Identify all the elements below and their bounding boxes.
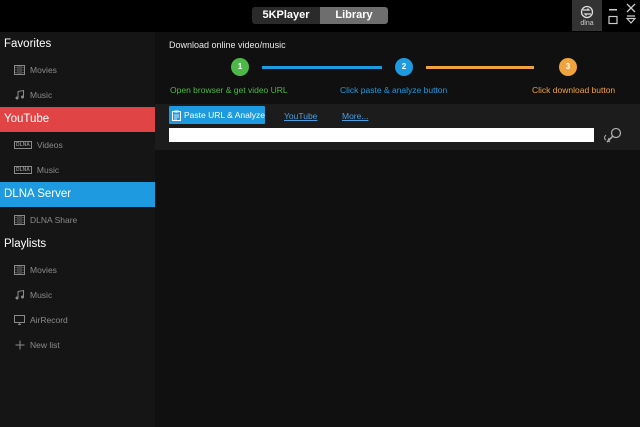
more-sites-link[interactable]: More... [342,111,368,121]
sidebar-item-label: AirRecord [30,314,68,325]
paste-button-label: Paste URL & Analyze [184,110,265,120]
step-3-badge: 3 [559,58,577,76]
sidebar-item-favorites-music[interactable]: Music [0,82,155,107]
title-bar: 5KPlayer Library dlna [0,0,640,32]
step-1-badge: 1 [231,58,249,76]
clipboard-icon [172,110,181,121]
film-icon [14,214,25,225]
mode-tabs: 5KPlayer Library [252,7,388,24]
paste-url-panel: Paste URL & Analyze YouTube More... [155,104,640,150]
minimize-icon[interactable] [606,3,620,13]
sidebar-item-youtube-music[interactable]: DLNA Music [0,157,155,182]
youtube-link[interactable]: YouTube [284,111,317,121]
step-connector-2 [426,66,534,69]
dlna-badge-icon: DLNA [14,165,32,174]
sidebar-item-label: DLNA Share [30,214,78,225]
sidebar-section-youtube[interactable]: YouTube [0,107,155,132]
dlna-button[interactable]: dlna [572,0,602,31]
sidebar-item-label: Music [30,289,53,300]
sidebar-item-label: Music [30,89,53,100]
sidebar-item-label: Movies [30,264,57,275]
sidebar-item-playlists-music[interactable]: Music [0,282,155,307]
film-icon [14,64,25,75]
sidebar-item-label: Movies [30,64,57,75]
sidebar-item-label: Videos [36,139,63,150]
dlna-button-label: dlna [580,19,594,27]
step-3-text: Click download button [532,85,616,95]
sidebar-item-label: New list [30,339,60,350]
plus-icon [14,340,25,350]
music-note-icon [14,289,25,300]
music-note-icon [14,89,25,100]
sidebar-item-favorites-movies[interactable]: Movies [0,57,155,82]
airplay-icon [580,5,594,18]
sidebar-item-dlna-share[interactable]: DLNA Share [0,207,155,232]
step-1-text: Open browser & get video URL [170,85,288,95]
monitor-icon [14,314,25,325]
sidebar-item-youtube-videos[interactable]: DLNA Videos [0,132,155,157]
page-title: Download online video/music [169,40,286,50]
sidebar: Favorites Movies Music YouTube DLNA Vide… [0,32,155,427]
film-icon [14,264,25,275]
step-2-badge: 2 [395,58,413,76]
sidebar-section-dlna-server[interactable]: DLNA Server [0,182,155,207]
maximize-icon[interactable] [606,15,620,25]
sidebar-item-label: Music [36,164,60,175]
tab-library[interactable]: Library [320,7,388,24]
close-icon[interactable] [624,3,638,13]
dlna-badge-icon: DLNA [14,140,32,149]
url-input[interactable] [169,128,594,142]
main-panel: Download online video/music 1 2 3 Open b… [155,32,640,427]
step-connector-1 [262,66,382,69]
sidebar-item-playlists-movies[interactable]: Movies [0,257,155,282]
sidebar-section-playlists[interactable]: Playlists [0,232,155,257]
sidebar-item-new-list[interactable]: New list [0,332,155,357]
sidebar-section-favorites[interactable]: Favorites [0,32,155,57]
dropdown-menu-icon[interactable] [624,15,638,25]
analyze-search-icon[interactable] [602,126,624,144]
tab-5kplayer[interactable]: 5KPlayer [252,7,320,24]
sidebar-item-playlists-airrecord[interactable]: AirRecord [0,307,155,332]
paste-url-analyze-button[interactable]: Paste URL & Analyze [169,106,265,124]
step-2-text: Click paste & analyze button [340,85,448,95]
